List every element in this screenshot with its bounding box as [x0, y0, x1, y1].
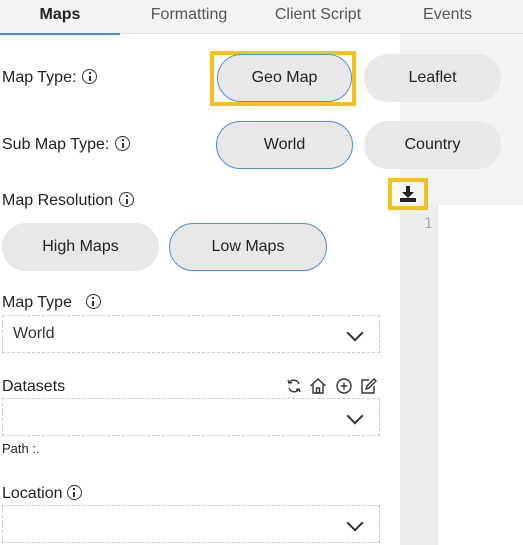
country-button[interactable]: Country [364, 121, 501, 169]
refresh-icon[interactable] [286, 378, 302, 394]
chevron-down-icon [346, 407, 364, 425]
map-resolution-label: Map Resolution [2, 192, 114, 209]
settings-panel [0, 34, 400, 545]
map-type-select-label-row: Map Type [2, 294, 101, 312]
map-type-label-row: Map Type: [2, 69, 98, 87]
add-icon[interactable] [336, 378, 352, 394]
info-icon[interactable] [115, 136, 131, 151]
tab-formatting[interactable]: Formatting [128, 0, 250, 34]
tab-bar: Maps Formatting Client Script Events [0, 0, 523, 35]
code-editor[interactable] [437, 205, 523, 545]
line-number: 1 [424, 216, 433, 232]
path-label: Path :. [2, 441, 40, 456]
info-icon[interactable] [119, 192, 135, 207]
low-maps-button[interactable]: Low Maps [169, 223, 327, 271]
map-resolution-label-row: Map Resolution [2, 192, 135, 210]
info-icon[interactable] [82, 69, 98, 84]
editor-gutter [400, 205, 437, 545]
chevron-down-icon [346, 324, 364, 342]
tab-client-script[interactable]: Client Script [258, 0, 378, 34]
sub-map-type-label: Sub Map Type: [2, 136, 110, 153]
datasets-label: Datasets [2, 378, 66, 395]
tab-events[interactable]: Events [390, 0, 505, 34]
edit-icon[interactable] [360, 378, 377, 394]
map-type-dropdown[interactable]: World [2, 315, 380, 353]
leaflet-button[interactable]: Leaflet [364, 54, 501, 102]
map-type-label: Map Type: [2, 69, 77, 86]
location-label: Location [2, 485, 63, 502]
high-maps-button[interactable]: High Maps [2, 223, 159, 271]
location-dropdown[interactable] [2, 505, 380, 543]
tab-maps[interactable]: Maps [0, 0, 120, 35]
home-icon[interactable] [309, 377, 327, 395]
download-icon[interactable] [398, 185, 418, 203]
info-icon[interactable] [66, 485, 82, 500]
datasets-dropdown[interactable] [2, 398, 380, 436]
sub-map-type-label-row: Sub Map Type: [2, 136, 131, 154]
world-button[interactable]: World [216, 121, 353, 169]
map-type-value: World [13, 325, 55, 342]
geo-map-button[interactable]: Geo Map [217, 54, 352, 102]
chevron-down-icon [346, 514, 364, 532]
info-icon[interactable] [85, 294, 101, 309]
location-label-row: Location [2, 485, 82, 503]
map-type-select-label: Map Type [2, 294, 72, 311]
